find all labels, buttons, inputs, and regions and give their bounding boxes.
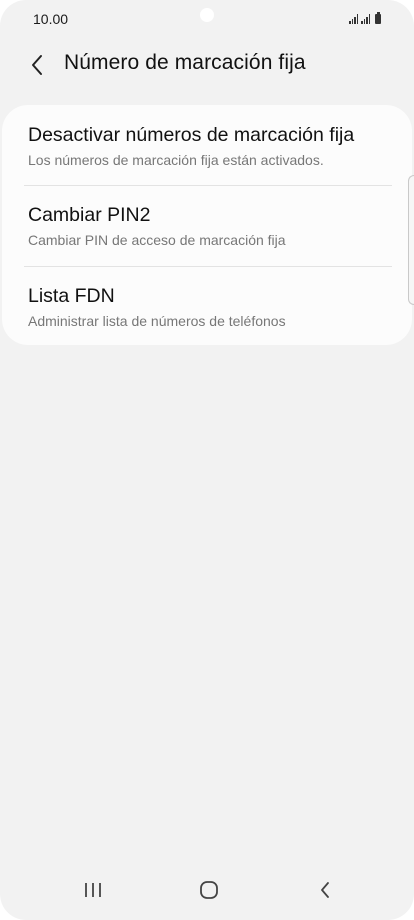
recents-button[interactable] [73, 874, 113, 906]
edge-panel-handle[interactable] [408, 175, 414, 305]
setting-disable-fdn[interactable]: Desactivar números de marcación fija Los… [2, 105, 412, 185]
signal-sim1-icon [349, 14, 358, 24]
battery-icon [375, 12, 381, 24]
status-icons [349, 12, 381, 24]
signal-sim2-icon [361, 14, 370, 24]
setting-title: Desactivar números de marcación fija [28, 124, 355, 146]
app-header: Número de marcación fija [0, 40, 414, 88]
chevron-left-icon [32, 55, 42, 75]
setting-subtitle: Administrar lista de números de teléfono… [28, 313, 286, 329]
front-camera-cutout [200, 8, 214, 22]
back-icon [321, 882, 329, 898]
nav-back-button[interactable] [305, 874, 345, 906]
settings-card: Desactivar números de marcación fija Los… [2, 105, 412, 345]
back-button[interactable] [22, 50, 52, 80]
setting-title: Cambiar PIN2 [28, 204, 151, 226]
recents-icon [85, 883, 101, 897]
home-button[interactable] [189, 874, 229, 906]
setting-fdn-list[interactable]: Lista FDN Administrar lista de números d… [2, 267, 412, 347]
status-bar: 10.00 [0, 0, 414, 40]
setting-subtitle: Los números de marcación fija están acti… [28, 152, 324, 168]
setting-subtitle: Cambiar PIN de acceso de marcación fija [28, 232, 286, 248]
status-time: 10.00 [33, 11, 69, 27]
page-title: Número de marcación fija [64, 51, 306, 74]
home-icon [200, 881, 218, 899]
setting-title: Lista FDN [28, 285, 115, 307]
setting-change-pin2[interactable]: Cambiar PIN2 Cambiar PIN de acceso de ma… [2, 186, 412, 266]
phone-screen: 10.00 Número de marcación fija Desactiva… [0, 0, 414, 920]
navigation-bar [0, 864, 414, 920]
